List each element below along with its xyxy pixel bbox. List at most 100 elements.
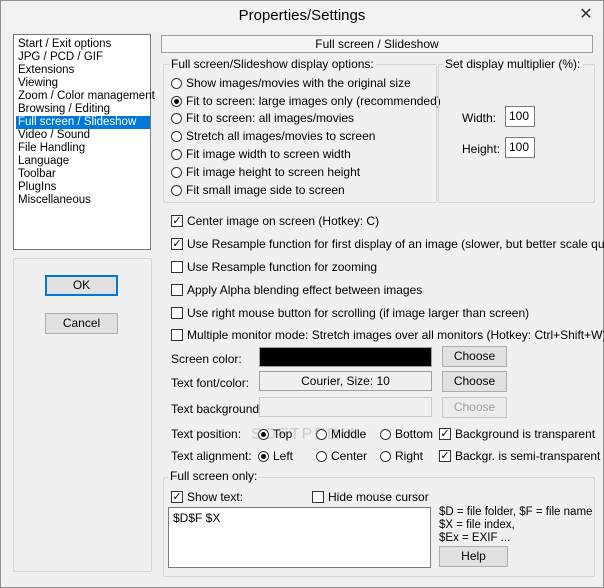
show-text-input[interactable]: $D$F $X xyxy=(168,507,431,568)
checkbox-label: Use right mouse button for scrolling (if… xyxy=(187,306,530,320)
height-input[interactable]: 100 xyxy=(505,137,535,158)
checkbox-box: ✓ xyxy=(171,491,183,503)
radio-label: Right xyxy=(395,449,424,463)
radio-position-bottom[interactable]: Bottom xyxy=(380,427,433,441)
radio-align-right[interactable]: Right xyxy=(380,449,423,463)
category-item[interactable]: Zoom / Color management xyxy=(16,90,155,103)
radio-label: Stretch all images/movies to screen xyxy=(186,129,376,143)
checkbox-label: Use Resample function for zooming xyxy=(187,260,378,274)
radio-label: Fit to screen: large images only (recomm… xyxy=(186,94,441,108)
radio-circle xyxy=(258,450,269,462)
category-item[interactable]: Miscellaneous xyxy=(16,194,150,207)
check-hide-mouse-cursor[interactable]: Hide mouse cursor xyxy=(312,490,429,504)
radio-circle xyxy=(316,428,327,440)
radio-label: Fit small image side to screen xyxy=(186,183,345,197)
settings-window: Properties/Settings ✕ Start / Exit optio… xyxy=(0,0,604,588)
radio-label: Show images/movies with the original siz… xyxy=(186,76,411,90)
category-item[interactable]: Language xyxy=(16,155,150,168)
radio-circle xyxy=(171,112,182,124)
checkbox-box: ✓ xyxy=(439,450,451,462)
radio-fit-height[interactable]: Fit image height to screen height xyxy=(171,165,360,179)
radio-label: Middle xyxy=(331,427,367,441)
text-background-swatch xyxy=(259,397,432,417)
text-alignment-label: Text alignment: xyxy=(171,449,252,463)
radio-position-top[interactable]: Top xyxy=(258,427,292,441)
choose-font-button[interactable]: Choose xyxy=(442,371,507,392)
radio-label: Bottom xyxy=(395,427,434,441)
radio-circle xyxy=(171,130,182,142)
radio-position-middle[interactable]: Middle xyxy=(316,427,366,441)
checkbox-box xyxy=(312,491,324,503)
category-item[interactable]: JPG / PCD / GIF xyxy=(16,51,150,64)
checkbox-box xyxy=(171,261,183,273)
checkbox-box xyxy=(171,284,183,296)
text-font-value: Courier, Size: 10 xyxy=(259,371,432,391)
action-group xyxy=(13,258,152,572)
choose-screen-color-button[interactable]: Choose xyxy=(442,346,507,367)
check-show-text[interactable]: ✓ Show text: xyxy=(171,490,243,504)
check-background-transparent[interactable]: ✓ Background is transparent xyxy=(439,427,595,441)
text-position-label: Text position: xyxy=(171,427,242,441)
checkbox-label: Backgr. is semi-transparent xyxy=(455,449,601,463)
category-item[interactable]: File Handling xyxy=(16,142,150,155)
radio-circle xyxy=(316,450,327,462)
category-list[interactable]: Start / Exit options JPG / PCD / GIF Ext… xyxy=(13,34,155,250)
choose-background-button[interactable]: Choose xyxy=(442,397,507,418)
category-item[interactable]: Viewing xyxy=(16,77,150,90)
radio-align-center[interactable]: Center xyxy=(316,449,367,463)
checkbox-box: ✓ xyxy=(171,238,183,250)
check-center-image[interactable]: ✓ Center image on screen (Hotkey: C) xyxy=(171,214,379,228)
multiplier-group xyxy=(438,64,595,203)
radio-circle xyxy=(171,166,182,178)
category-item[interactable]: Browsing / Editing xyxy=(16,103,150,116)
help-line: $X = file index, xyxy=(439,519,515,531)
radio-fit-large[interactable]: Fit to screen: large images only (recomm… xyxy=(171,94,441,108)
check-multi-monitor[interactable]: Multiple monitor mode: Stretch images ov… xyxy=(171,328,604,342)
check-resample-first[interactable]: ✓ Use Resample function for first display… xyxy=(171,237,604,251)
radio-circle xyxy=(171,184,182,196)
full-screen-only-title: Full screen only: xyxy=(168,469,260,483)
category-item[interactable]: PlugIns xyxy=(16,181,150,194)
checkbox-label: Center image on screen (Hotkey: C) xyxy=(187,214,380,228)
check-resample-zoom[interactable]: Use Resample function for zooming xyxy=(171,260,377,274)
radio-circle xyxy=(171,148,182,160)
radio-label: Fit image height to screen height xyxy=(186,165,361,179)
ok-button[interactable]: OK xyxy=(45,275,118,296)
help-line: $D = file folder, $F = file name xyxy=(439,506,593,518)
check-alpha-blending[interactable]: Apply Alpha blending effect between imag… xyxy=(171,283,422,297)
radio-stretch-all[interactable]: Stretch all images/movies to screen xyxy=(171,129,375,143)
check-semi-transparent[interactable]: ✓ Backgr. is semi-transparent xyxy=(439,449,600,463)
category-item[interactable]: Extensions xyxy=(16,64,150,77)
radio-label: Top xyxy=(273,427,293,441)
checkbox-label: Background is transparent xyxy=(455,427,596,441)
radio-label: Center xyxy=(331,449,368,463)
checkbox-label: Hide mouse cursor xyxy=(328,490,429,504)
radio-label: Left xyxy=(273,449,294,463)
radio-circle xyxy=(258,428,269,440)
check-right-mouse-scroll[interactable]: Use right mouse button for scrolling (if… xyxy=(171,306,529,320)
checkbox-label: Apply Alpha blending effect between imag… xyxy=(187,283,423,297)
width-input[interactable]: 100 xyxy=(505,106,535,127)
radio-align-left[interactable]: Left xyxy=(258,449,293,463)
text-font-label: Text font/color: xyxy=(171,376,250,390)
help-button[interactable]: Help xyxy=(439,546,508,567)
radio-original-size[interactable]: Show images/movies with the original siz… xyxy=(171,76,411,90)
category-item[interactable]: Video / Sound xyxy=(16,129,150,142)
radio-circle xyxy=(380,428,391,440)
category-item[interactable]: Toolbar xyxy=(16,168,150,181)
category-item-selected[interactable]: Full screen / Slideshow xyxy=(16,116,150,129)
radio-fit-small-side[interactable]: Fit small image side to screen xyxy=(171,183,345,197)
category-item[interactable]: Start / Exit options xyxy=(16,38,150,51)
close-icon[interactable]: ✕ xyxy=(575,5,597,25)
help-line: $Ex = EXIF ... xyxy=(439,532,511,544)
radio-circle xyxy=(380,450,391,462)
radio-fit-width[interactable]: Fit image width to screen width xyxy=(171,147,351,161)
cancel-button[interactable]: Cancel xyxy=(45,313,118,334)
screen-color-label: Screen color: xyxy=(171,352,242,366)
radio-label: Fit to screen: all images/movies xyxy=(186,111,355,125)
checkbox-label: Use Resample function for first display … xyxy=(187,237,604,251)
screen-color-swatch xyxy=(259,347,432,367)
radio-fit-all[interactable]: Fit to screen: all images/movies xyxy=(171,111,354,125)
page-header: Full screen / Slideshow xyxy=(161,35,593,53)
window-title: Properties/Settings xyxy=(238,7,366,24)
